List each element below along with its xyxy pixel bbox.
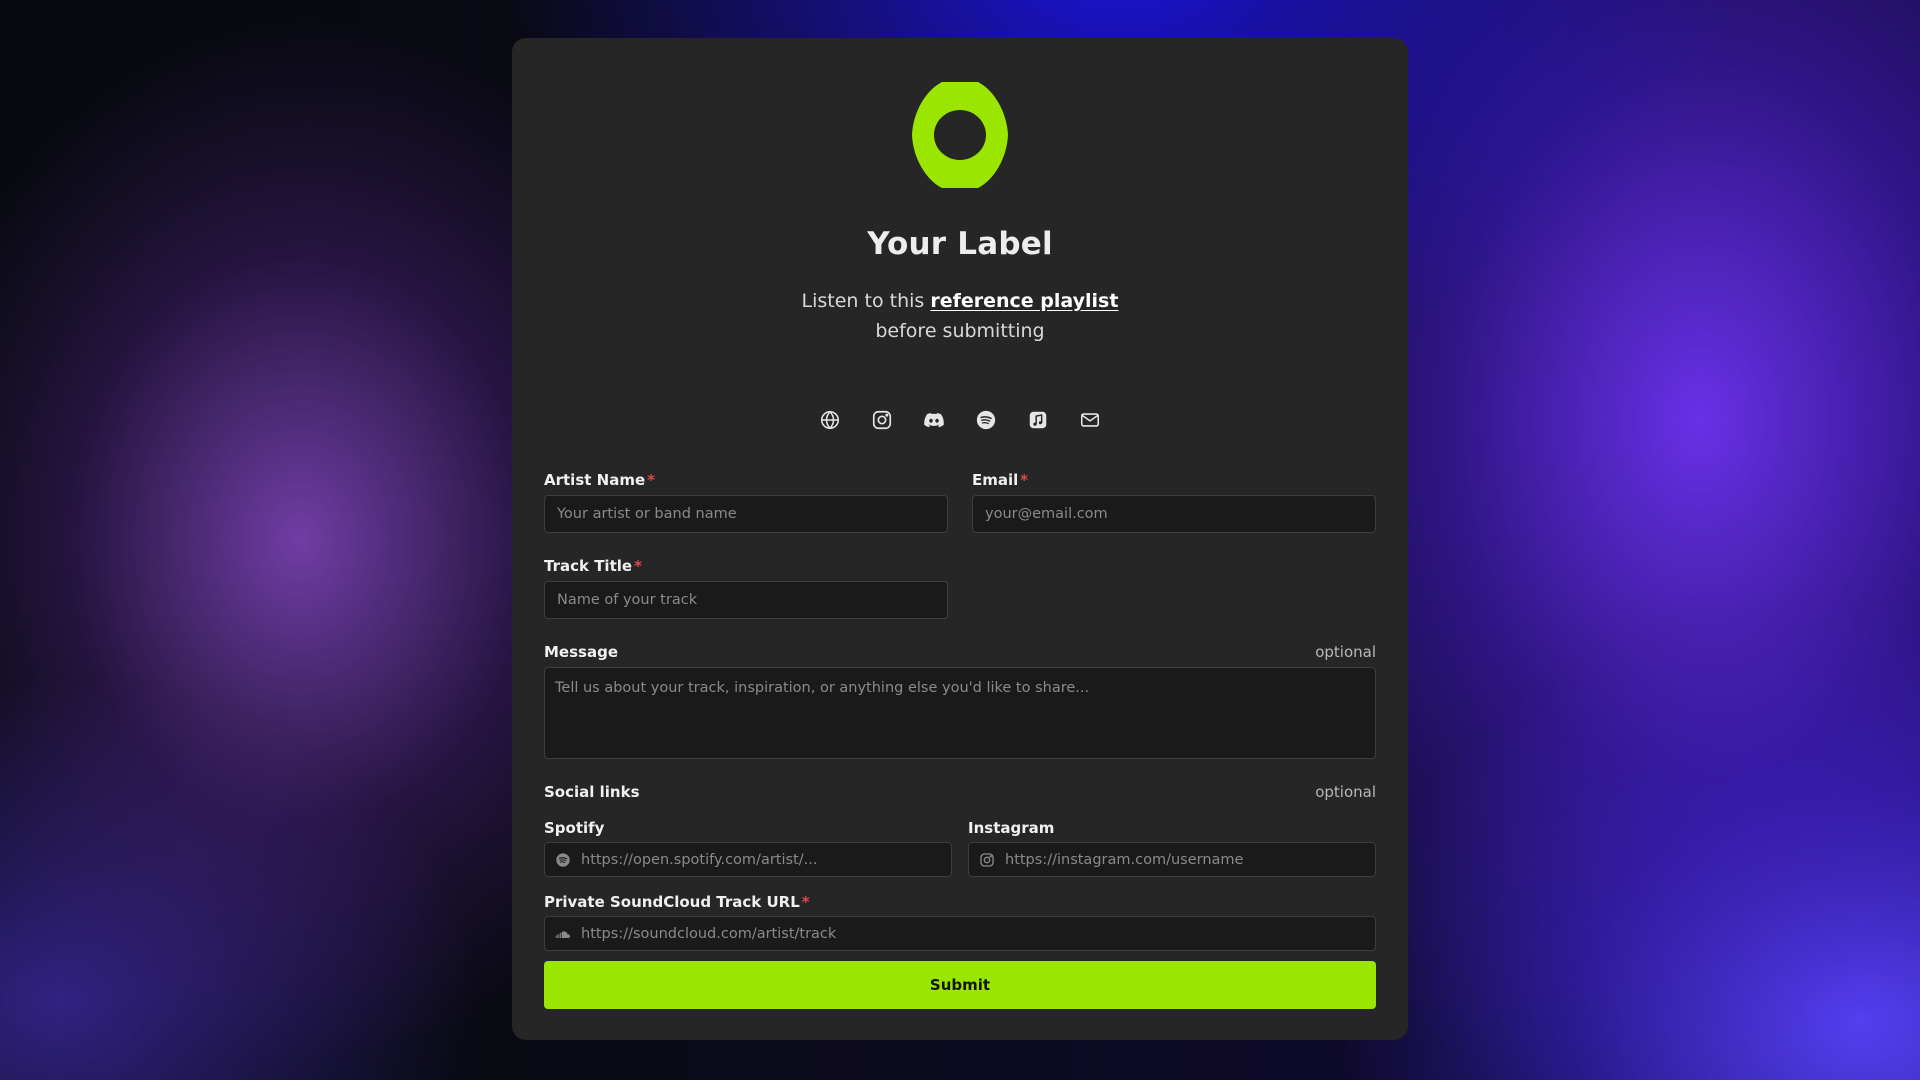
required-mark: * <box>801 893 810 911</box>
music-note-icon[interactable] <box>1026 408 1050 432</box>
required-mark: * <box>647 471 655 489</box>
instagram-input[interactable] <box>968 842 1376 877</box>
spotify-label: Spotify <box>544 819 605 837</box>
social-links-heading: Social links <box>544 783 640 801</box>
artist-name-label: Artist Name * <box>544 471 655 489</box>
globe-icon[interactable] <box>818 408 842 432</box>
instagram-icon[interactable] <box>870 408 894 432</box>
track-title-label-text: Track Title <box>544 557 633 575</box>
artist-name-input[interactable] <box>544 495 948 533</box>
social-icons-row <box>512 408 1408 436</box>
spotify-icon[interactable] <box>974 408 998 432</box>
required-mark: * <box>634 557 642 575</box>
page-title: Your Label <box>867 226 1053 262</box>
message-optional-tag: optional <box>1315 643 1376 661</box>
mail-icon[interactable] <box>1078 408 1102 432</box>
ring-logo <box>912 82 1008 188</box>
email-label: Email * <box>972 471 1028 489</box>
intro-prefix: Listen to this <box>801 290 931 312</box>
soundcloud-icon <box>555 926 571 942</box>
instagram-icon <box>979 852 995 868</box>
intro-text: Listen to this reference playlist before… <box>772 286 1148 346</box>
instagram-label: Instagram <box>968 819 1055 837</box>
email-label-text: Email <box>972 471 1019 489</box>
artist-name-label-text: Artist Name <box>544 471 646 489</box>
track-title-label: Track Title * <box>544 557 642 575</box>
discord-icon[interactable] <box>922 408 946 432</box>
message-label: Message <box>544 643 618 661</box>
required-mark: * <box>1020 471 1029 489</box>
spotify-icon <box>555 852 571 868</box>
soundcloud-url-input[interactable] <box>544 916 1376 951</box>
message-textarea[interactable] <box>544 667 1376 759</box>
email-input[interactable] <box>972 495 1376 533</box>
soundcloud-label: Private SoundCloud Track URL * <box>544 893 810 911</box>
intro-suffix: before submitting <box>875 320 1045 342</box>
reference-playlist-link[interactable]: reference playlist <box>930 290 1118 312</box>
spotify-input[interactable] <box>544 842 952 877</box>
social-links-optional-tag: optional <box>1315 783 1376 801</box>
soundcloud-label-text: Private SoundCloud Track URL <box>544 893 800 911</box>
track-title-input[interactable] <box>544 581 948 619</box>
submit-button[interactable]: Submit <box>544 961 1376 1009</box>
submission-card: Your Label Listen to this reference play… <box>512 38 1408 1040</box>
